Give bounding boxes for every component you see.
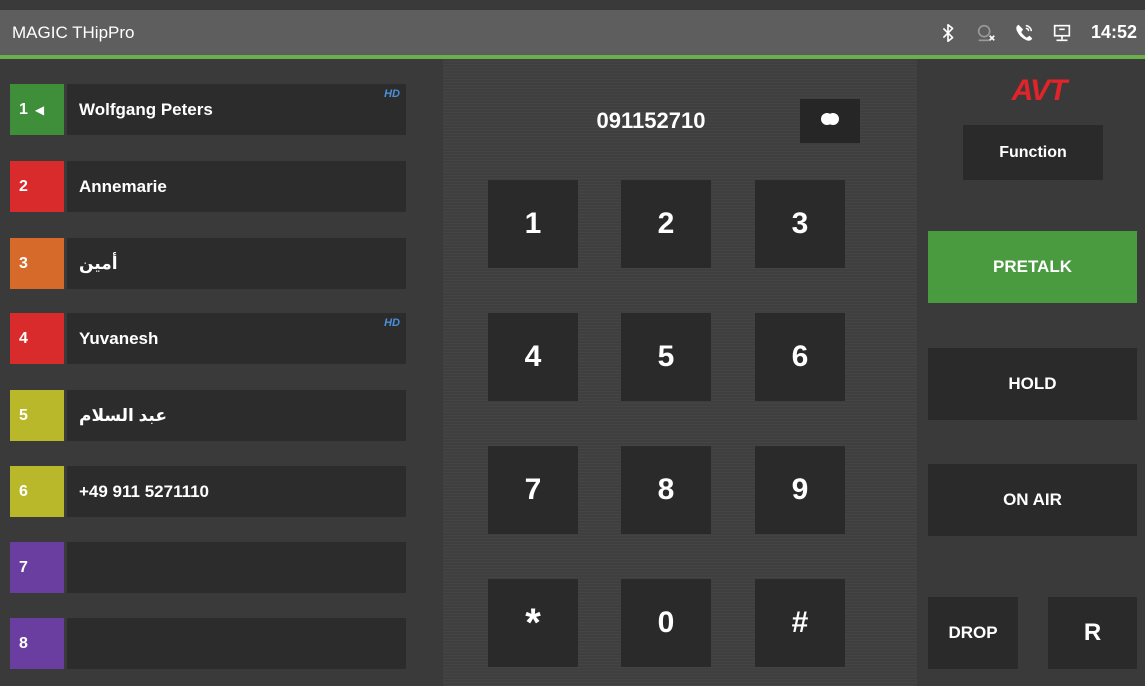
key-8[interactable]: 8 bbox=[621, 446, 711, 534]
hold-button[interactable]: HOLD bbox=[928, 348, 1137, 420]
status-area: 14:52 bbox=[937, 10, 1137, 55]
brand-logo: AVT bbox=[1011, 74, 1068, 107]
line-number-1: 1 ◀ bbox=[10, 84, 64, 135]
dialpad-panel: 091152710 1 2 3 4 5 6 7 8 9 * 0 # bbox=[443, 59, 917, 686]
app-title: MAGIC THipPro bbox=[12, 23, 135, 42]
active-line-arrow-icon: ◀ bbox=[34, 102, 45, 117]
bluetooth-icon bbox=[937, 22, 959, 44]
line-number-8: 8 bbox=[10, 618, 64, 669]
line-number-6: 6 bbox=[10, 466, 64, 517]
line-name-8 bbox=[67, 618, 406, 669]
hd-badge: HD bbox=[384, 88, 400, 100]
line-3[interactable]: 3 أمين bbox=[10, 238, 406, 289]
dialed-number: 091152710 bbox=[596, 108, 706, 133]
line-8[interactable]: 8 bbox=[10, 618, 406, 669]
line-name-6: +49 911 5271110 bbox=[67, 466, 406, 517]
clock: 14:52 bbox=[1090, 22, 1137, 42]
hd-badge: HD bbox=[384, 317, 400, 329]
network-icon bbox=[1051, 22, 1073, 44]
line-6[interactable]: 6 +49 911 5271110 bbox=[10, 466, 406, 517]
key-0[interactable]: 0 bbox=[621, 579, 711, 667]
line-name-5: عبد السلام bbox=[67, 390, 406, 441]
key-4[interactable]: 4 bbox=[488, 313, 578, 401]
line-5[interactable]: 5 عبد السلام bbox=[10, 390, 406, 441]
line-number-7: 7 bbox=[10, 542, 64, 593]
line-name-4: Yuvanesh HD bbox=[67, 313, 406, 364]
title-bar: MAGIC THipPro 14:52 bbox=[0, 10, 1145, 55]
line-name-1: Wolfgang Peters HD bbox=[67, 84, 406, 135]
r-button[interactable]: R bbox=[1048, 597, 1137, 669]
key-7[interactable]: 7 bbox=[488, 446, 578, 534]
key-6[interactable]: 6 bbox=[755, 313, 845, 401]
line-number-3: 3 bbox=[10, 238, 64, 289]
line-name-7 bbox=[67, 542, 406, 593]
no-registration-icon bbox=[975, 22, 997, 44]
line-2[interactable]: 2 Annemarie bbox=[10, 161, 406, 212]
key-2[interactable]: 2 bbox=[621, 180, 711, 268]
drop-button[interactable]: DROP bbox=[928, 597, 1018, 669]
line-number-2: 2 bbox=[10, 161, 64, 212]
key-1[interactable]: 1 bbox=[488, 180, 578, 268]
line-name-2: Annemarie bbox=[67, 161, 406, 212]
pretalk-button[interactable]: PRETALK bbox=[928, 231, 1137, 303]
key-5[interactable]: 5 bbox=[621, 313, 711, 401]
toggle-button[interactable] bbox=[800, 99, 860, 143]
line-7[interactable]: 7 bbox=[10, 542, 406, 593]
key-3[interactable]: 3 bbox=[755, 180, 845, 268]
on-air-button[interactable]: ON AIR bbox=[928, 464, 1137, 536]
key-star[interactable]: * bbox=[488, 579, 578, 667]
line-number-4: 4 bbox=[10, 313, 64, 364]
key-hash[interactable]: # bbox=[755, 579, 845, 667]
line-number-5: 5 bbox=[10, 390, 64, 441]
line-4[interactable]: 4 Yuvanesh HD bbox=[10, 313, 406, 364]
line-1[interactable]: 1 ◀ Wolfgang Peters HD bbox=[10, 84, 406, 135]
function-button[interactable]: Function bbox=[963, 125, 1103, 180]
line-name-3: أمين bbox=[67, 238, 406, 289]
key-9[interactable]: 9 bbox=[755, 446, 845, 534]
phone-ringing-icon bbox=[1013, 22, 1035, 44]
toggle-icon bbox=[818, 112, 842, 131]
